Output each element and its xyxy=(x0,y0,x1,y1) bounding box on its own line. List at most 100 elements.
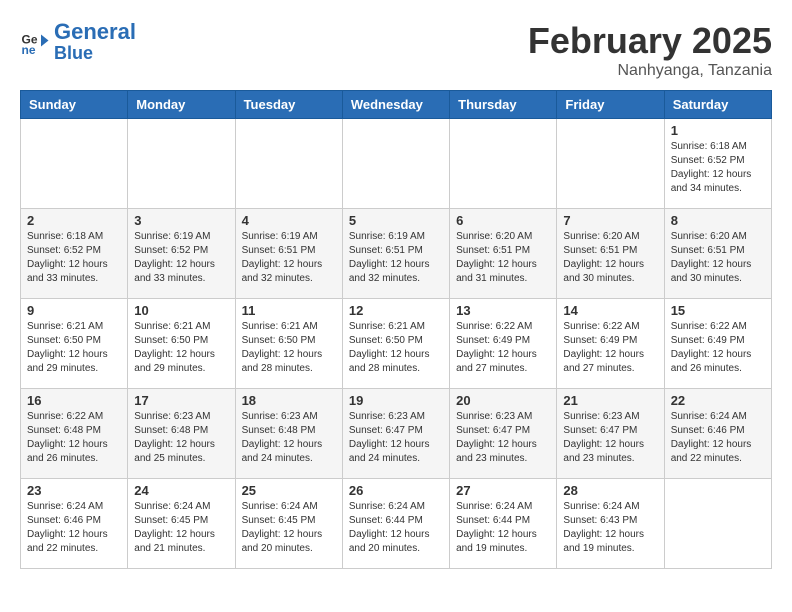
weekday-header-thursday: Thursday xyxy=(450,91,557,119)
day-number: 15 xyxy=(671,303,765,318)
weekday-header-sunday: Sunday xyxy=(21,91,128,119)
day-number: 17 xyxy=(134,393,228,408)
calendar-week-1: 1 Sunrise: 6:18 AM Sunset: 6:52 PM Daylig… xyxy=(21,119,772,209)
day-number: 25 xyxy=(242,483,336,498)
day-info: Sunrise: 6:21 AM Sunset: 6:50 PM Dayligh… xyxy=(242,320,336,376)
day-info: Sunrise: 6:18 AM Sunset: 6:52 PM Dayligh… xyxy=(27,230,121,286)
svg-text:ne: ne xyxy=(22,43,36,57)
day-info: Sunrise: 6:23 AM Sunset: 6:47 PM Dayligh… xyxy=(563,410,657,466)
day-number: 18 xyxy=(242,393,336,408)
day-number: 23 xyxy=(27,483,121,498)
day-info: Sunrise: 6:20 AM Sunset: 6:51 PM Dayligh… xyxy=(563,230,657,286)
day-info: Sunrise: 6:23 AM Sunset: 6:47 PM Dayligh… xyxy=(456,410,550,466)
calendar-cell xyxy=(557,119,664,209)
calendar-cell xyxy=(21,119,128,209)
logo-text-line1: General xyxy=(54,20,136,44)
day-info: Sunrise: 6:24 AM Sunset: 6:45 PM Dayligh… xyxy=(134,500,228,556)
day-number: 13 xyxy=(456,303,550,318)
day-number: 8 xyxy=(671,213,765,228)
calendar-cell: 27 Sunrise: 6:24 AM Sunset: 6:44 PM Dayli… xyxy=(450,479,557,569)
calendar-cell: 1 Sunrise: 6:18 AM Sunset: 6:52 PM Daylig… xyxy=(664,119,771,209)
day-info: Sunrise: 6:19 AM Sunset: 6:51 PM Dayligh… xyxy=(349,230,443,286)
calendar-cell: 20 Sunrise: 6:23 AM Sunset: 6:47 PM Dayli… xyxy=(450,389,557,479)
day-info: Sunrise: 6:22 AM Sunset: 6:48 PM Dayligh… xyxy=(27,410,121,466)
day-number: 11 xyxy=(242,303,336,318)
weekday-header-saturday: Saturday xyxy=(664,91,771,119)
calendar-week-4: 16 Sunrise: 6:22 AM Sunset: 6:48 PM Dayli… xyxy=(21,389,772,479)
calendar-cell: 8 Sunrise: 6:20 AM Sunset: 6:51 PM Daylig… xyxy=(664,209,771,299)
calendar-cell: 11 Sunrise: 6:21 AM Sunset: 6:50 PM Dayli… xyxy=(235,299,342,389)
day-number: 10 xyxy=(134,303,228,318)
day-number: 20 xyxy=(456,393,550,408)
weekday-header-friday: Friday xyxy=(557,91,664,119)
day-number: 2 xyxy=(27,213,121,228)
day-number: 16 xyxy=(27,393,121,408)
calendar-cell xyxy=(235,119,342,209)
calendar-cell xyxy=(664,479,771,569)
calendar-week-3: 9 Sunrise: 6:21 AM Sunset: 6:50 PM Daylig… xyxy=(21,299,772,389)
calendar-cell: 24Sunrise: 6:24 AM Sunset: 6:45 PM Dayli… xyxy=(128,479,235,569)
day-info: Sunrise: 6:24 AM Sunset: 6:46 PM Dayligh… xyxy=(671,410,765,466)
day-info: Sunrise: 6:22 AM Sunset: 6:49 PM Dayligh… xyxy=(456,320,550,376)
calendar-cell: 2 Sunrise: 6:18 AM Sunset: 6:52 PM Daylig… xyxy=(21,209,128,299)
day-number: 3 xyxy=(134,213,228,228)
day-number: 5 xyxy=(349,213,443,228)
calendar-cell: 14 Sunrise: 6:22 AM Sunset: 6:49 PM Dayli… xyxy=(557,299,664,389)
calendar-cell: 22 Sunrise: 6:24 AM Sunset: 6:46 PM Dayli… xyxy=(664,389,771,479)
day-info: Sunrise: 6:20 AM Sunset: 6:51 PM Dayligh… xyxy=(456,230,550,286)
day-info: Sunrise: 6:19 AM Sunset: 6:51 PM Dayligh… xyxy=(242,230,336,286)
day-number: 21 xyxy=(563,393,657,408)
day-number: 12 xyxy=(349,303,443,318)
calendar-table: SundayMondayTuesdayWednesdayThursdayFrid… xyxy=(20,90,772,569)
weekday-header-monday: Monday xyxy=(128,91,235,119)
calendar-cell: 17Sunrise: 6:23 AM Sunset: 6:48 PM Dayli… xyxy=(128,389,235,479)
day-info: Sunrise: 6:22 AM Sunset: 6:49 PM Dayligh… xyxy=(563,320,657,376)
day-info: Sunrise: 6:19 AM Sunset: 6:52 PM Dayligh… xyxy=(134,230,228,286)
calendar-cell: 19 Sunrise: 6:23 AM Sunset: 6:47 PM Dayli… xyxy=(342,389,449,479)
calendar-cell xyxy=(128,119,235,209)
day-number: 19 xyxy=(349,393,443,408)
day-info: Sunrise: 6:24 AM Sunset: 6:44 PM Dayligh… xyxy=(349,500,443,556)
calendar-cell: 23 Sunrise: 6:24 AM Sunset: 6:46 PM Dayli… xyxy=(21,479,128,569)
day-number: 7 xyxy=(563,213,657,228)
day-info: Sunrise: 6:23 AM Sunset: 6:48 PM Dayligh… xyxy=(242,410,336,466)
day-number: 9 xyxy=(27,303,121,318)
day-info: Sunrise: 6:18 AM Sunset: 6:52 PM Dayligh… xyxy=(671,140,765,196)
calendar-cell: 25 Sunrise: 6:24 AM Sunset: 6:45 PM Dayli… xyxy=(235,479,342,569)
calendar-cell: 9 Sunrise: 6:21 AM Sunset: 6:50 PM Daylig… xyxy=(21,299,128,389)
calendar-cell: 16 Sunrise: 6:22 AM Sunset: 6:48 PM Dayli… xyxy=(21,389,128,479)
calendar-cell: 10 Sunrise: 6:21 AM Sunset: 6:50 PM Dayli… xyxy=(128,299,235,389)
day-info: Sunrise: 6:23 AM Sunset: 6:47 PM Dayligh… xyxy=(349,410,443,466)
logo: Ge ne General Blue xyxy=(20,20,136,64)
day-number: 14 xyxy=(563,303,657,318)
day-info: Sunrise: 6:24 AM Sunset: 6:44 PM Dayligh… xyxy=(456,500,550,556)
day-number: 1 xyxy=(671,123,765,138)
day-number: 27 xyxy=(456,483,550,498)
calendar-cell: 6Sunrise: 6:20 AM Sunset: 6:51 PM Daylig… xyxy=(450,209,557,299)
calendar-cell: 28Sunrise: 6:24 AM Sunset: 6:43 PM Dayli… xyxy=(557,479,664,569)
day-info: Sunrise: 6:20 AM Sunset: 6:51 PM Dayligh… xyxy=(671,230,765,286)
title-area: February 2025 Nanhyanga, Tanzania xyxy=(528,20,772,80)
day-info: Sunrise: 6:21 AM Sunset: 6:50 PM Dayligh… xyxy=(349,320,443,376)
month-title: February 2025 xyxy=(528,20,772,62)
calendar-cell: 15Sunrise: 6:22 AM Sunset: 6:49 PM Dayli… xyxy=(664,299,771,389)
day-number: 22 xyxy=(671,393,765,408)
calendar-week-2: 2 Sunrise: 6:18 AM Sunset: 6:52 PM Daylig… xyxy=(21,209,772,299)
location-title: Nanhyanga, Tanzania xyxy=(528,62,772,80)
day-number: 4 xyxy=(242,213,336,228)
calendar-cell xyxy=(342,119,449,209)
day-info: Sunrise: 6:21 AM Sunset: 6:50 PM Dayligh… xyxy=(134,320,228,376)
calendar-cell: 5 Sunrise: 6:19 AM Sunset: 6:51 PM Daylig… xyxy=(342,209,449,299)
calendar-cell: 12 Sunrise: 6:21 AM Sunset: 6:50 PM Dayli… xyxy=(342,299,449,389)
calendar-cell: 21 Sunrise: 6:23 AM Sunset: 6:47 PM Dayli… xyxy=(557,389,664,479)
day-number: 26 xyxy=(349,483,443,498)
day-info: Sunrise: 6:21 AM Sunset: 6:50 PM Dayligh… xyxy=(27,320,121,376)
calendar-cell: 4 Sunrise: 6:19 AM Sunset: 6:51 PM Daylig… xyxy=(235,209,342,299)
day-info: Sunrise: 6:24 AM Sunset: 6:43 PM Dayligh… xyxy=(563,500,657,556)
weekday-header-tuesday: Tuesday xyxy=(235,91,342,119)
day-info: Sunrise: 6:24 AM Sunset: 6:45 PM Dayligh… xyxy=(242,500,336,556)
calendar-cell: 26 Sunrise: 6:24 AM Sunset: 6:44 PM Dayli… xyxy=(342,479,449,569)
day-info: Sunrise: 6:24 AM Sunset: 6:46 PM Dayligh… xyxy=(27,500,121,556)
weekday-header-wednesday: Wednesday xyxy=(342,91,449,119)
page-header: Ge ne General Blue February 2025 Nanhyan… xyxy=(20,20,772,80)
